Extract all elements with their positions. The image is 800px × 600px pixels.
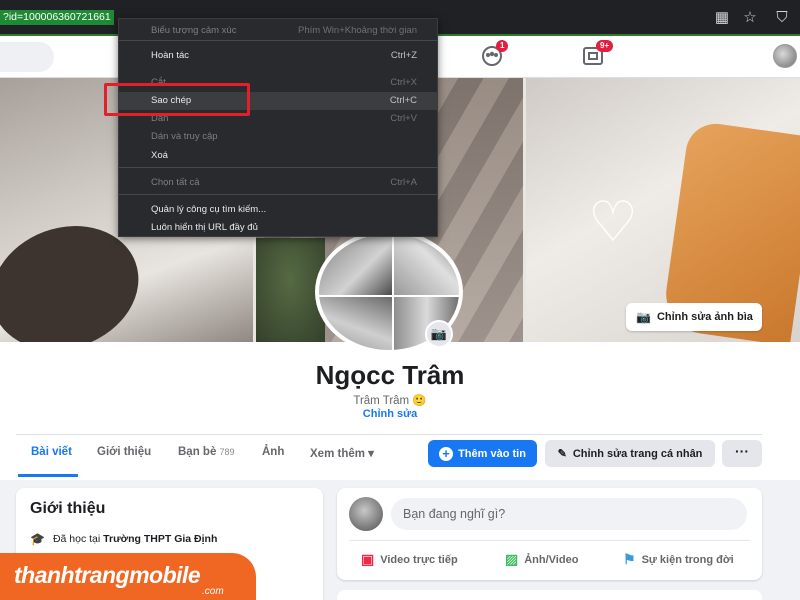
groups-icon[interactable]: 1: [480, 40, 509, 67]
shield-icon[interactable]: ⛉: [772, 8, 792, 28]
tab-photos[interactable]: Ảnh: [262, 446, 284, 458]
qr-code-icon[interactable]: ▦: [712, 8, 732, 28]
heart-icon: ♡: [587, 190, 639, 253]
edit-name-link[interactable]: Chỉnh sửa: [0, 408, 780, 420]
next-card-edge: [337, 590, 762, 600]
intro-title: Giới thiệu: [30, 500, 106, 517]
tab-friends[interactable]: Bạn bè 789: [178, 446, 235, 458]
profile-name: Ngọcc Trâm: [315, 360, 465, 390]
context-menu-item-label: Luôn hiển thị URL đầy đủ: [151, 222, 258, 233]
plus-icon: +: [439, 446, 454, 461]
context-menu-item-shortcut: Ctrl+A: [390, 177, 417, 188]
education-item: 🎓 Đã học tại Trường THPT Gia Định: [30, 532, 218, 546]
tab-more[interactable]: Xem thêm ▾: [310, 446, 374, 460]
menu-separator: [119, 167, 437, 168]
context-menu-item: Biểu tượng cảm xúc Phím Win+Khoảng thời g…: [119, 22, 437, 40]
graduation-cap-icon: 🎓: [30, 532, 45, 546]
edit-profile-button[interactable]: ✎ Chỉnh sửa trang cá nhân: [545, 440, 715, 467]
composer-avatar: [349, 497, 383, 531]
more-options-button[interactable]: ···: [722, 440, 762, 467]
profile-info: Ngọcc Trâm Trâm Trâm 🙂 Chỉnh sửa Bài viế…: [0, 342, 800, 480]
context-menu-item-label: Quản lý công cụ tìm kiếm...: [151, 204, 267, 215]
add-to-story-label: Thêm vào tin: [458, 447, 526, 460]
address-bar-url[interactable]: ?id=100006360721661: [0, 10, 114, 25]
pencil-icon: ✎: [557, 448, 567, 460]
highlight-box: [104, 83, 250, 116]
tab-friends-label: Bạn bè: [178, 446, 217, 458]
tab-more-label: Xem thêm: [310, 448, 365, 460]
context-menu-item-shortcut: Ctrl+C: [389, 95, 417, 106]
camera-icon: 📷: [636, 310, 651, 324]
context-menu-item[interactable]: Hoàn tác Ctrl+Z: [119, 47, 437, 65]
post-composer: Bạn đang nghĩ gì? ▣ Video trực tiếp ▨ Ản…: [337, 488, 762, 580]
flag-icon: ⚑: [623, 551, 636, 567]
edit-cover-photo-button[interactable]: 📷 Chỉnh sửa ảnh bìa: [626, 303, 762, 331]
context-menu-item[interactable]: Quản lý công cụ tìm kiếm...: [119, 201, 437, 219]
context-menu-item-label: Hoàn tác: [151, 50, 190, 61]
context-menu-item-label: Biểu tượng cảm xúc: [151, 25, 237, 36]
context-menu-item-label: Xoá: [151, 150, 168, 161]
context-menu-item: Chọn tất cả Ctrl+A: [119, 174, 437, 192]
tab-about[interactable]: Giới thiệu: [97, 446, 151, 458]
whats-on-your-mind-input[interactable]: Bạn đang nghĩ gì?: [391, 498, 747, 530]
account-avatar[interactable]: [773, 44, 797, 68]
live-video-button[interactable]: ▣ Video trực tiếp: [361, 551, 458, 568]
context-menu-item-label: Dán và truy cập: [151, 131, 218, 142]
star-icon[interactable]: ☆: [740, 8, 760, 28]
menu-separator: [119, 194, 437, 195]
context-menu-item: Dán và truy cập: [119, 128, 437, 146]
screen: ?id=100006360721661 ▦ ☆ ⛉ 1 9+ ♡ 📷 Chỉnh…: [0, 0, 800, 600]
tab-posts[interactable]: Bài viết: [31, 446, 72, 458]
context-menu-item[interactable]: Luôn hiển thị URL đầy đủ: [119, 219, 437, 237]
add-to-story-button[interactable]: + Thêm vào tin: [428, 440, 537, 467]
context-menu-item-shortcut: Ctrl+V: [390, 113, 417, 124]
live-video-icon: ▣: [361, 551, 375, 567]
profile-alternate-name: Trâm Trâm 🙂: [353, 395, 427, 407]
edit-cover-photo-label: Chỉnh sửa ảnh bìa: [656, 311, 753, 323]
context-menu-item[interactable]: Xoá: [119, 147, 437, 165]
context-menu-item-shortcut: Ctrl+X: [390, 77, 417, 88]
context-menu-item-label: Chọn tất cả: [151, 177, 200, 188]
gaming-icon[interactable]: 9+: [582, 40, 614, 67]
chevron-down-icon: ▾: [368, 448, 374, 460]
update-profile-picture-camera-icon[interactable]: 📷: [425, 320, 453, 348]
context-menu-item-shortcut: Ctrl+Z: [390, 50, 417, 61]
watermark-domain: .com: [202, 586, 224, 597]
photo-icon: ▨: [505, 551, 519, 567]
groups-badge: 1: [496, 40, 509, 52]
life-event-button[interactable]: ⚑ Sự kiện trong đời: [623, 551, 734, 568]
search-input[interactable]: [0, 42, 54, 72]
friends-count: 789: [219, 447, 235, 457]
photo-video-button[interactable]: ▨ Ảnh/Video: [505, 551, 578, 568]
gaming-badge: 9+: [596, 40, 614, 52]
active-tab-indicator: [18, 474, 78, 477]
browser-context-menu: Biểu tượng cảm xúc Phím Win+Khoảng thời g…: [118, 18, 438, 237]
watermark-logo: thanhtrangmobile .com: [0, 553, 256, 600]
watermark-brand: thanhtrangmobile: [14, 562, 201, 588]
menu-separator: [119, 40, 437, 41]
edit-profile-label: Chỉnh sửa trang cá nhân: [572, 447, 703, 460]
context-menu-item-shortcut: Phím Win+Khoảng thời gian: [298, 25, 417, 36]
